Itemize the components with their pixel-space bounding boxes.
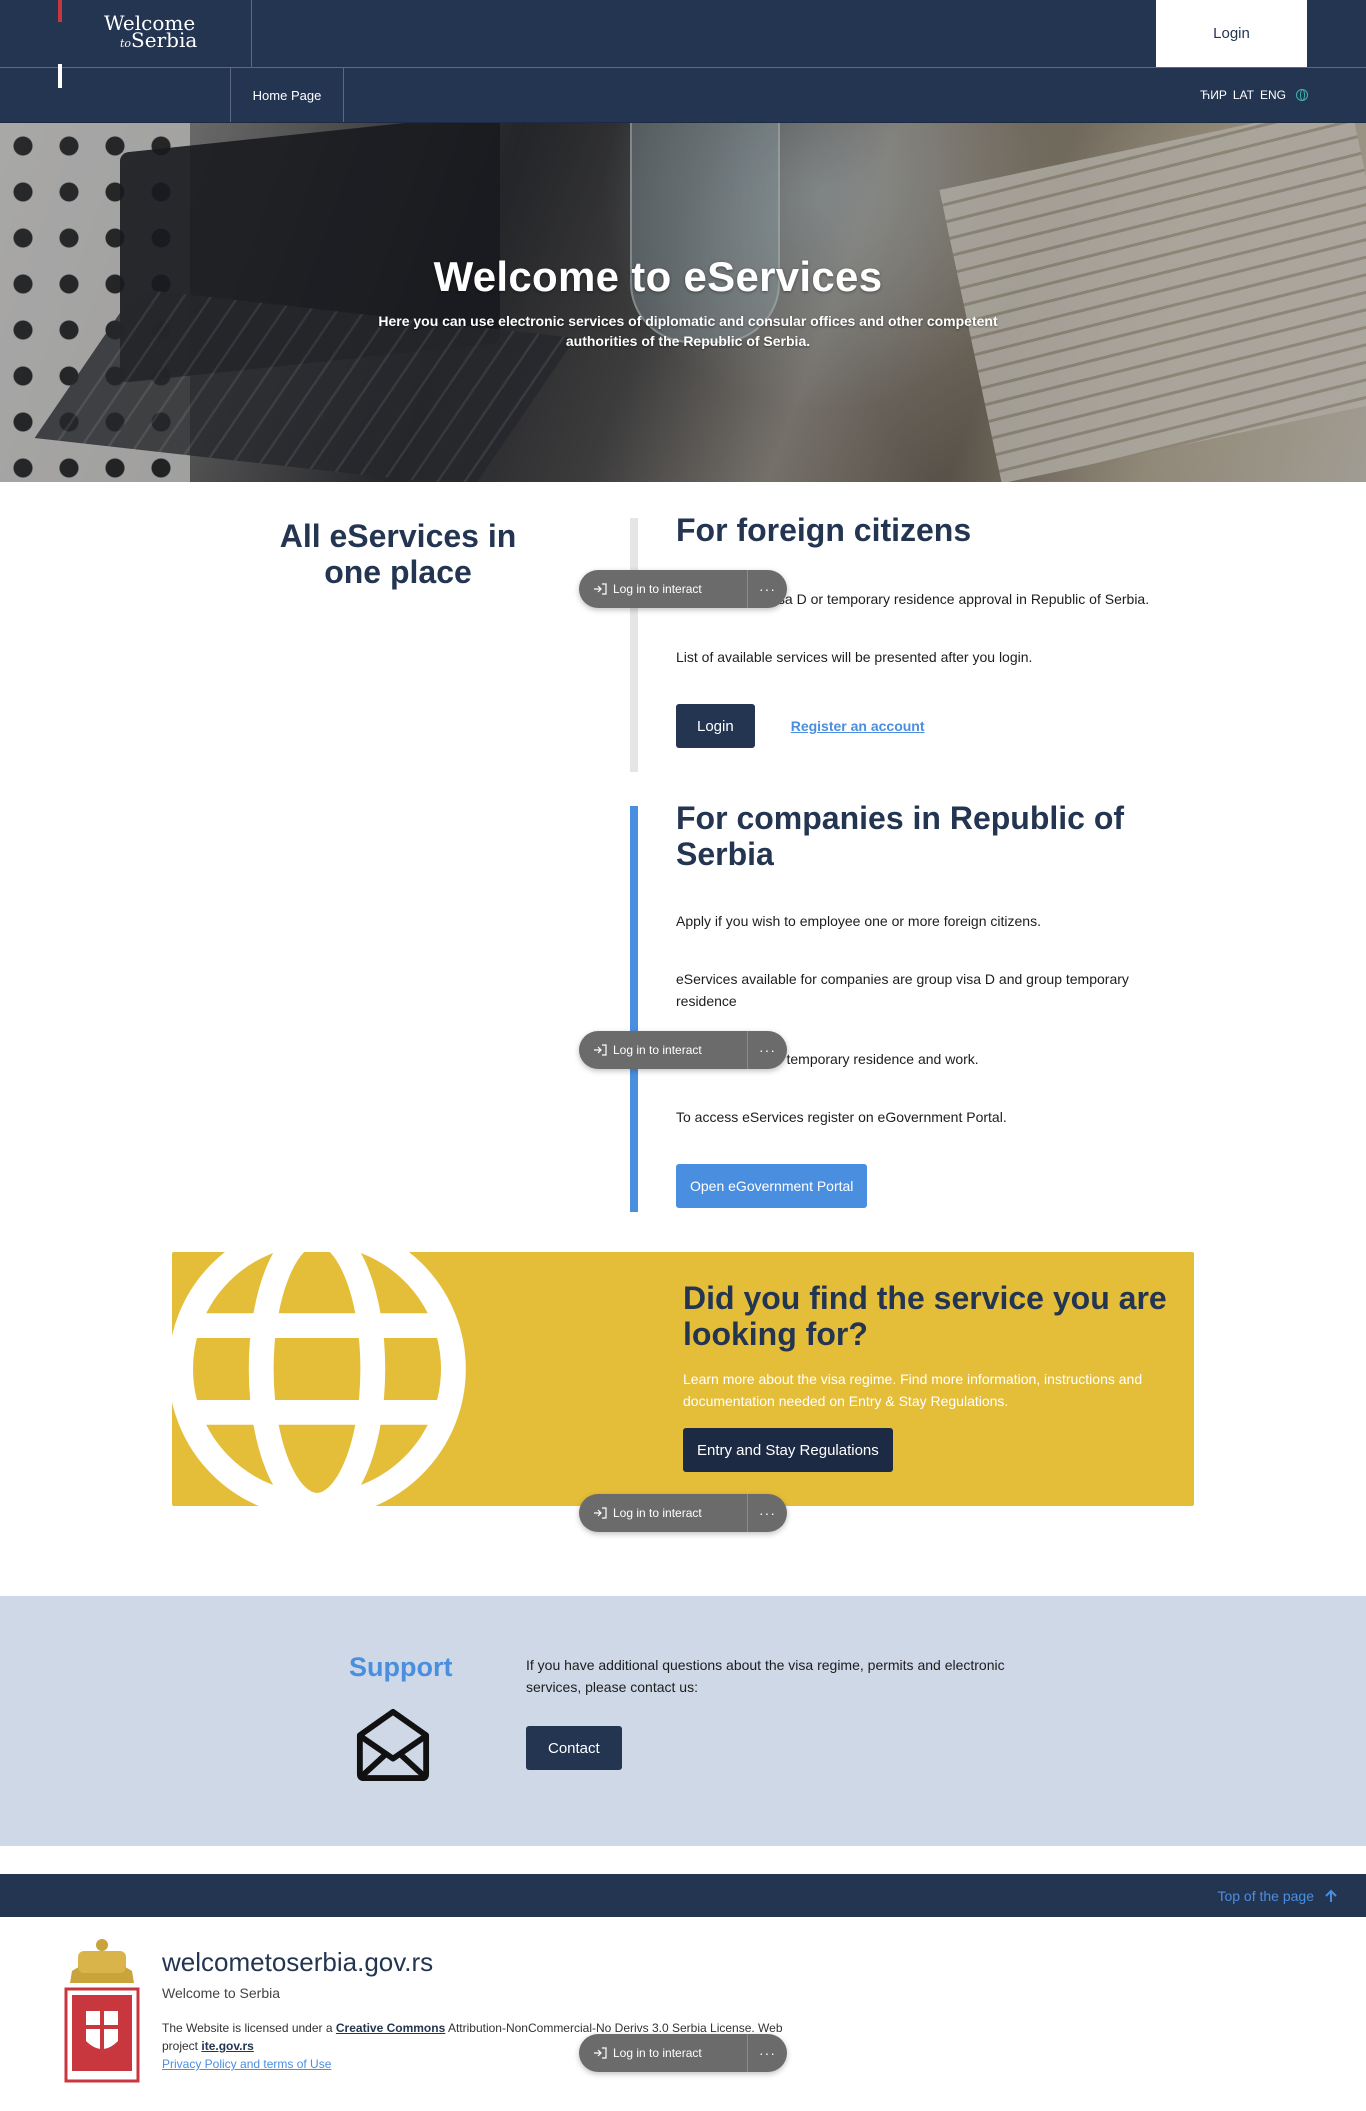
all-eservices-title: All eServices in one place xyxy=(279,518,517,590)
top-header: Welcome toSerbia Login xyxy=(0,0,1366,88)
foreign-citizens-card: For foreign citizens Apply for visa, vis… xyxy=(630,512,1190,772)
site-logo[interactable]: Welcome toSerbia xyxy=(0,0,252,88)
arrow-up-icon xyxy=(1325,1889,1337,1902)
more-options-icon[interactable]: ··· xyxy=(747,2034,787,2072)
foreign-citizens-note: List of available services will be prese… xyxy=(676,649,1033,665)
lang-lat[interactable]: LAT xyxy=(1233,88,1254,102)
companies-text-1: Apply if you wish to employee one or mor… xyxy=(676,913,1041,929)
globe-icon xyxy=(172,1252,466,1506)
footer-bar: Top of the page xyxy=(0,1874,1366,1917)
find-service-section: Did you find the service you are looking… xyxy=(0,1252,1366,1596)
site-subtitle: Welcome to Serbia xyxy=(162,1985,281,2001)
lang-eng[interactable]: ENG xyxy=(1260,88,1286,102)
login-arrow-icon xyxy=(594,1044,607,1056)
globe-icon xyxy=(1296,89,1308,101)
serbia-coat-of-arms-icon xyxy=(64,1939,140,2083)
lang-cyr[interactable]: ЋИР xyxy=(1200,88,1227,102)
open-egovernment-portal-button[interactable]: Open eGovernment Portal xyxy=(676,1164,868,1208)
creative-commons-link[interactable]: Creative Commons xyxy=(336,2021,445,2035)
login-arrow-icon xyxy=(594,583,607,595)
privacy-policy-link[interactable]: Privacy Policy and terms of Use xyxy=(162,2057,331,2071)
more-options-icon[interactable]: ··· xyxy=(747,570,787,608)
top-of-page-label: Top of the page xyxy=(1217,1887,1314,1904)
language-switcher: ЋИР LAT ENG xyxy=(1200,68,1308,122)
entry-stay-regulations-button[interactable]: Entry and Stay Regulations xyxy=(683,1428,893,1472)
support-text: If you have additional questions about t… xyxy=(526,1657,1005,1695)
find-service-text: Learn more about the visa regime. Find m… xyxy=(683,1371,1143,1409)
foreign-citizens-title: For foreign citizens xyxy=(676,512,972,548)
contact-button[interactable]: Contact xyxy=(526,1726,622,1770)
companies-text-2: eServices available for companies are gr… xyxy=(676,971,1129,1009)
companies-title: For companies in Republic of Serbia xyxy=(676,800,1125,872)
hero-banner: Welcome to eServices Here you can use el… xyxy=(0,123,1366,482)
header-login-button[interactable]: Login xyxy=(1156,0,1307,67)
hero-subtitle: Here you can use electronic services of … xyxy=(378,313,998,349)
logo-text: Welcome toSerbia xyxy=(104,11,198,52)
nav-home-page[interactable]: Home Page xyxy=(230,68,344,122)
login-to-interact-pill[interactable]: Log in to interact ··· xyxy=(579,1494,787,1532)
more-options-icon[interactable]: ··· xyxy=(747,1031,787,1069)
companies-card: For companies in Republic of Serbia Appl… xyxy=(630,800,1190,1212)
register-account-link[interactable]: Register an account xyxy=(791,718,925,734)
more-options-icon[interactable]: ··· xyxy=(747,1494,787,1532)
find-service-title: Did you find the service you are looking… xyxy=(683,1280,1167,1352)
login-to-interact-pill[interactable]: Log in to interact ··· xyxy=(579,570,787,608)
hero-title: Welcome to eServices xyxy=(433,253,883,300)
main-nav: Home Page ЋИР LAT ENG xyxy=(0,68,1366,123)
logo-flag-stripe xyxy=(58,0,62,88)
companies-text-4: To access eServices register on eGovernm… xyxy=(676,1109,1007,1125)
top-of-page-link[interactable]: Top of the page xyxy=(1217,1888,1338,1904)
foreign-login-button[interactable]: Login xyxy=(676,704,755,748)
site-name: welcometoserbia.gov.rs xyxy=(162,1947,434,1977)
login-arrow-icon xyxy=(594,2047,607,2059)
ite-gov-link[interactable]: ite.gov.rs xyxy=(201,2039,253,2053)
find-service-banner: Did you find the service you are looking… xyxy=(172,1252,1194,1506)
support-title: Support xyxy=(349,1652,453,1682)
login-arrow-icon xyxy=(594,1507,607,1519)
open-envelope-icon xyxy=(356,1708,430,1782)
site-footer: welcometoserbia.gov.rs Welcome to Serbia… xyxy=(0,1917,1366,2103)
support-section: Support If you have additional questions… xyxy=(0,1596,1366,1846)
login-to-interact-pill[interactable]: Log in to interact ··· xyxy=(579,1031,787,1069)
login-to-interact-pill[interactable]: Log in to interact ··· xyxy=(579,2034,787,2072)
